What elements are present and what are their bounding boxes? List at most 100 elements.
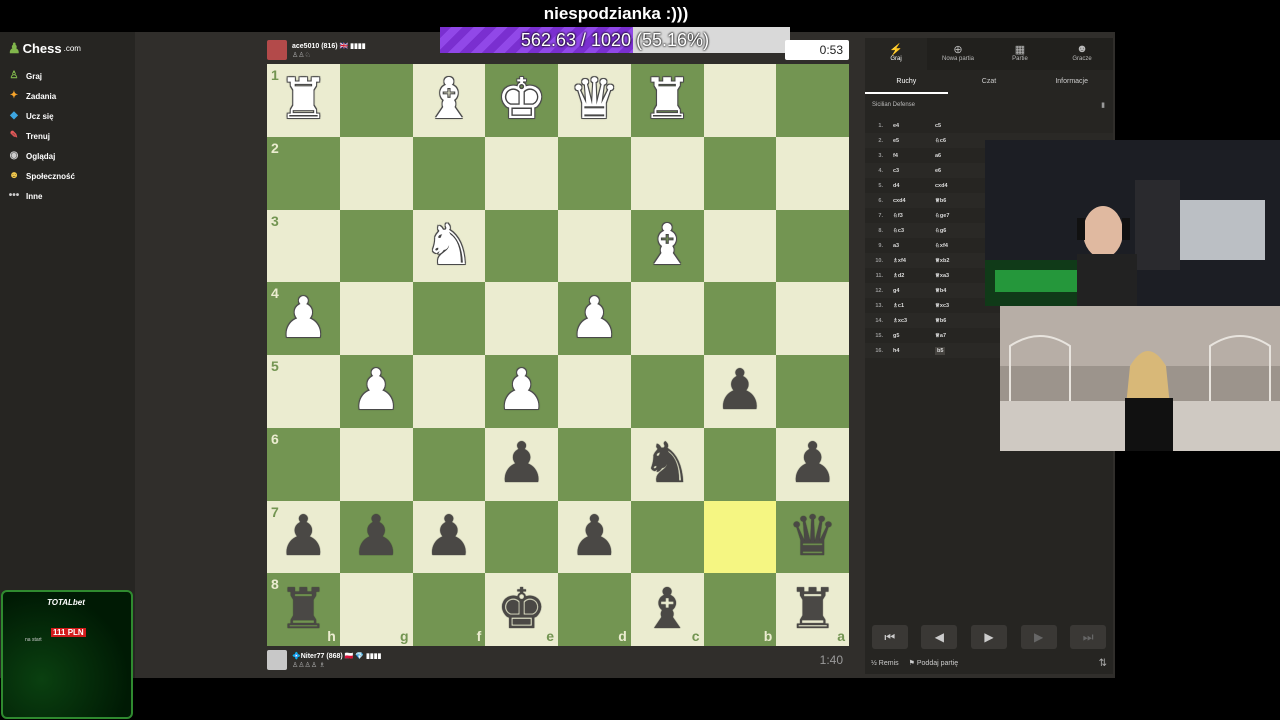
first-move-button[interactable]: ⏮ — [871, 625, 908, 649]
black-move[interactable]: ♕xb2 — [935, 258, 985, 264]
board-square[interactable]: 1 ♜ — [267, 64, 340, 137]
board-square[interactable]: f — [412, 573, 486, 646]
subtab-czat[interactable]: Czat — [948, 72, 1031, 94]
board-square[interactable] — [776, 355, 849, 428]
white-move[interactable]: g4 — [889, 288, 935, 294]
white-move[interactable]: ♘c3 — [889, 228, 935, 234]
black-move[interactable]: ♘c6 — [935, 138, 985, 144]
white-move[interactable]: ♗xf4 — [889, 258, 935, 264]
white-queen-icon[interactable]: ♛ — [569, 72, 619, 128]
sidebar-item-trenuj[interactable]: ✎ Trenuj — [8, 126, 75, 146]
black-bishop-icon[interactable]: ♝ — [642, 581, 692, 638]
white-move[interactable]: ♗d2 — [889, 273, 935, 279]
white-king-icon[interactable]: ♚ — [497, 72, 547, 128]
board-square[interactable] — [703, 136, 777, 210]
flip-board-icon[interactable]: ⇅ — [1099, 658, 1107, 669]
white-move[interactable]: ♗c1 — [889, 303, 935, 309]
player-name[interactable]: 💠Niter77 (868) 🇵🇱 💎 ▮▮▮▮ — [292, 652, 381, 660]
sidebar-item-graj[interactable]: ♙ Graj — [8, 66, 75, 86]
white-move[interactable]: e4 — [889, 123, 935, 129]
sidebar-item-inne[interactable]: ••• Inne — [8, 186, 75, 206]
board-square[interactable]: ♟ — [558, 282, 631, 355]
black-pawn-icon[interactable]: ♟ — [497, 436, 547, 492]
board-square[interactable]: ♛ — [558, 64, 631, 137]
board-square[interactable]: ♟ — [703, 355, 777, 428]
black-move[interactable]: ♕a7 — [935, 333, 985, 339]
white-bishop-icon[interactable]: ♝ — [424, 72, 474, 128]
board-square[interactable]: ♞ — [630, 427, 704, 501]
white-rook-icon[interactable]: ♜ — [278, 72, 328, 128]
board-square[interactable] — [630, 282, 704, 355]
draw-button[interactable]: ½ Remis — [871, 660, 899, 667]
white-pawn-icon[interactable]: ♟ — [497, 363, 547, 419]
board-square[interactable] — [339, 427, 413, 501]
board-square[interactable] — [776, 64, 849, 137]
chess-logo[interactable]: ♟ Chess .com — [8, 40, 81, 57]
board-square[interactable] — [703, 209, 777, 283]
white-move[interactable]: c3 — [889, 168, 935, 174]
board-square[interactable] — [630, 500, 704, 574]
black-move[interactable]: ♕xa3 — [935, 273, 985, 279]
white-move[interactable]: e5 — [889, 138, 935, 144]
board-square[interactable]: ♟ — [485, 427, 558, 501]
prev-move-button[interactable]: ◀ — [921, 625, 958, 649]
board-square[interactable] — [339, 282, 413, 355]
board-square[interactable]: ♟ — [776, 427, 849, 501]
white-knight-icon[interactable]: ♞ — [424, 217, 474, 274]
board-square[interactable]: ♜ — [630, 64, 704, 137]
black-move[interactable]: ♕xc3 — [935, 303, 985, 309]
current-move[interactable]: b5 — [935, 346, 946, 355]
white-rook-icon[interactable]: ♜ — [642, 72, 692, 128]
sidebar-item-oglądaj[interactable]: ◉ Oglądaj — [8, 146, 75, 166]
board-square[interactable] — [339, 209, 413, 283]
tab-partie[interactable]: ▦ Partie — [989, 38, 1051, 70]
board-square[interactable] — [485, 282, 558, 355]
resign-button[interactable]: ⚑ Poddaj partię — [909, 659, 959, 667]
player-name[interactable]: ace5010 (816) 🇬🇧 ▮▮▮▮ — [292, 42, 366, 50]
white-move[interactable]: ♘f3 — [889, 213, 935, 219]
tab-graj[interactable]: ⚡ Graj — [865, 38, 927, 70]
white-move[interactable]: a3 — [889, 243, 935, 249]
avatar[interactable] — [267, 650, 287, 670]
board-square[interactable]: ♚ — [485, 64, 558, 137]
black-move[interactable]: ♕b6 — [935, 318, 985, 324]
board-square[interactable]: e ♚ — [485, 573, 558, 646]
board-square[interactable] — [776, 136, 849, 210]
last-move-button[interactable]: ⏭ — [1070, 625, 1107, 649]
sidebar-item-zadania[interactable]: ✦ Zadania — [8, 86, 75, 106]
board-square[interactable] — [558, 355, 631, 428]
black-pawn-icon[interactable]: ♟ — [424, 508, 474, 565]
board-square[interactable] — [558, 209, 631, 283]
white-move[interactable]: h4 — [889, 348, 935, 354]
sidebar-item-ucz-się[interactable]: ◆ Ucz się — [8, 106, 75, 126]
white-bishop-icon[interactable]: ♝ — [642, 217, 692, 274]
board-square[interactable]: ♞ — [412, 209, 486, 283]
board-square[interactable] — [485, 209, 558, 283]
black-rook-icon[interactable]: ♜ — [788, 581, 838, 638]
black-rook-icon[interactable]: ♜ — [278, 581, 328, 638]
white-move[interactable]: g5 — [889, 333, 935, 339]
next-move-button[interactable]: ▶ — [1020, 625, 1057, 649]
tab-gracze[interactable]: ☻ Gracze — [1051, 38, 1113, 70]
board-square[interactable]: 5 — [267, 355, 340, 428]
board-square[interactable] — [485, 136, 558, 210]
board-square[interactable] — [630, 355, 704, 428]
board-square[interactable]: ♟ — [485, 355, 558, 428]
board-square[interactable] — [630, 136, 704, 210]
black-move[interactable]: ♘xf4 — [935, 243, 985, 249]
board-square[interactable] — [412, 427, 486, 501]
board-square[interactable]: c ♝ — [630, 573, 704, 646]
board-square[interactable]: 3 — [267, 209, 340, 283]
board-square[interactable]: ♛ — [776, 500, 849, 574]
board-square[interactable] — [558, 136, 631, 210]
board-square[interactable]: 6 — [267, 427, 340, 501]
board-square[interactable]: g — [339, 573, 413, 646]
board-square[interactable]: 2 — [267, 136, 340, 210]
tab-nowa-partia[interactable]: ⊕ Nowa partia — [927, 38, 989, 70]
white-pawn-icon[interactable]: ♟ — [351, 363, 401, 419]
white-move[interactable]: ♗xc3 — [889, 318, 935, 324]
board-square[interactable]: ♟ — [412, 500, 486, 574]
board-square[interactable]: b — [703, 573, 777, 646]
board-square[interactable] — [485, 500, 558, 574]
board-square[interactable]: ♝ — [630, 209, 704, 283]
